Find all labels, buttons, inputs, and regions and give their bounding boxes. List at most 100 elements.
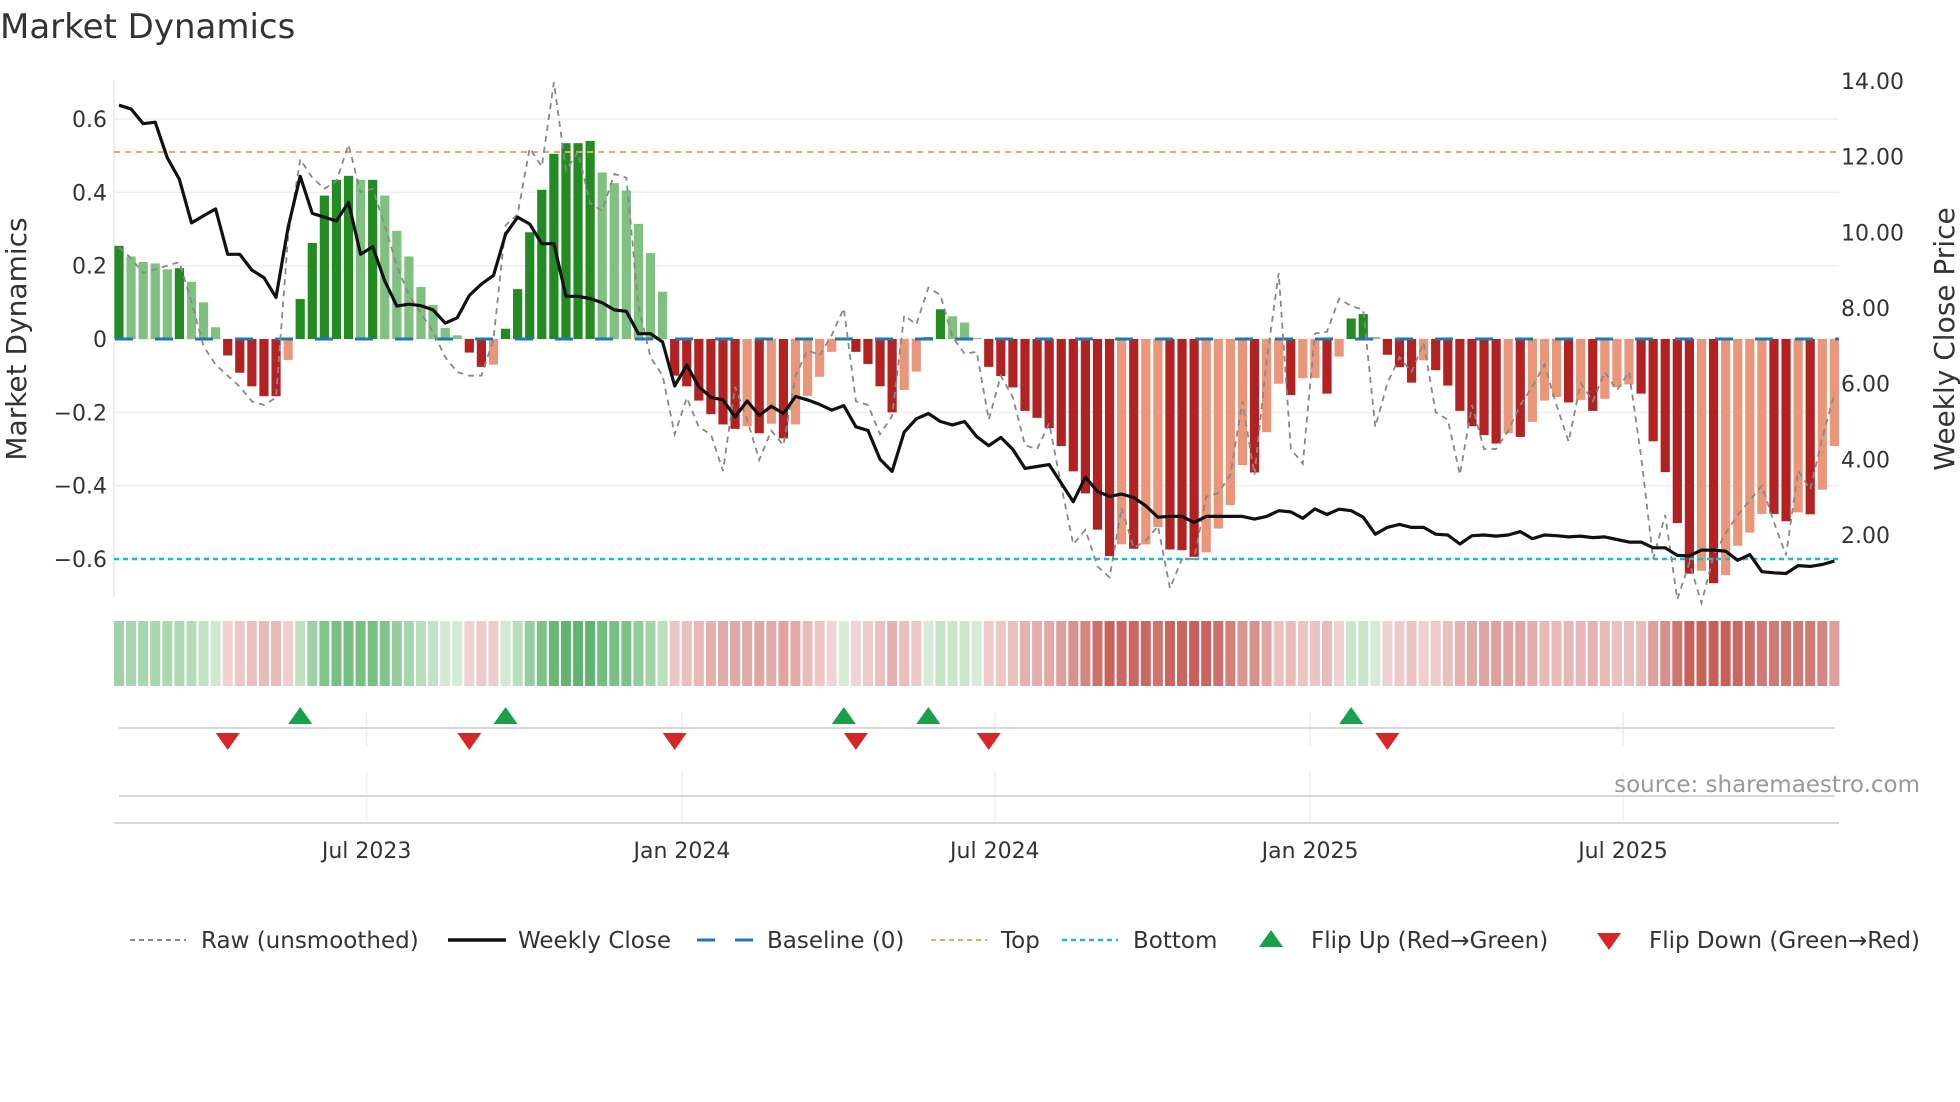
heat-strip-cell [416, 621, 426, 686]
momentum-bar [331, 179, 342, 339]
y-tick-label: −0.6 [54, 548, 107, 573]
heat-strip-cell [512, 621, 523, 686]
x-tick-label: Jan 2024 [631, 839, 730, 864]
y-tick-label: −0.2 [54, 401, 107, 426]
heat-strip-cell [355, 621, 366, 686]
heat-strip-cell [1756, 621, 1767, 686]
momentum-bar [754, 339, 764, 434]
heat-strip-cell [971, 621, 982, 686]
momentum-bar [1660, 339, 1670, 473]
heat-strip-cell [875, 621, 886, 686]
momentum-bar [392, 230, 402, 339]
heat-strip-cell [633, 621, 644, 686]
momentum-bar [766, 339, 776, 424]
flip-up-marker [831, 707, 856, 724]
momentum-bar [573, 143, 583, 339]
momentum-bar [343, 175, 354, 339]
momentum-bar [1129, 339, 1139, 549]
y-axis-label: Market Dynamics [0, 217, 33, 460]
momentum-bar [585, 140, 595, 339]
legend: Raw (unsmoothed) Weekly Close Baseline (0)… [130, 928, 1920, 954]
chart-title: Market Dynamics [0, 7, 295, 47]
momentum-bar [863, 339, 873, 364]
heat-strip-cell [1273, 621, 1284, 686]
heat-strip-cell [1817, 621, 1828, 686]
heat-strip-cell [500, 621, 511, 686]
momentum-bar [899, 339, 909, 390]
heat-strip-cell [1225, 621, 1236, 686]
momentum-bar [1781, 339, 1791, 522]
momentum-bar [1515, 339, 1525, 437]
heat-strip-cell [488, 621, 499, 686]
momentum-bar [1225, 339, 1235, 506]
y2-tick-label: 14.00 [1841, 70, 1904, 95]
momentum-bar [718, 339, 728, 425]
momentum-bar [742, 339, 752, 427]
heat-strip-cell [1491, 621, 1502, 686]
heat-strip-cell [1092, 621, 1103, 686]
y2-tick-label: 2.00 [1841, 524, 1890, 549]
heat-strip-cell [1007, 621, 1018, 686]
heat-strip-cell [1418, 621, 1429, 686]
momentum-bar [1141, 339, 1151, 545]
heat-strip-cell [428, 621, 439, 686]
heat-strip-cell [802, 621, 813, 686]
momentum-bar [114, 245, 124, 339]
momentum-bar [960, 322, 970, 339]
flip-down-marker [843, 733, 868, 750]
heat-strip-cell [862, 621, 873, 686]
heat-strip-cell [464, 621, 475, 686]
momentum-bar [790, 339, 801, 425]
heat-strip-cell [1237, 621, 1248, 686]
momentum-bar [658, 291, 668, 339]
momentum-bar [1382, 339, 1392, 355]
momentum-bar [1406, 339, 1417, 383]
heat-strip-cell [258, 621, 269, 686]
momentum-bar [126, 256, 136, 339]
momentum-bar [947, 316, 958, 339]
heat-strip-cell [476, 621, 487, 686]
y2-tick-label: 12.00 [1841, 146, 1904, 171]
heat-strip-cell [174, 621, 185, 686]
momentum-bar [1829, 339, 1839, 447]
momentum-bar [283, 339, 293, 360]
heat-strip-cell [573, 621, 584, 686]
market-dynamics-chart: Market Dynamics 0.6 0.4 0.2 0 −0.2 −0.4 −0.6 1… [0, 7, 1960, 954]
heat-strip-cell [778, 621, 789, 686]
heat-strip-cell [1454, 621, 1465, 686]
heat-strip-cell [331, 621, 342, 686]
flip-up-marker [1339, 707, 1364, 724]
heat-strip-cell [1648, 621, 1659, 686]
heat-strip-cell [1358, 621, 1369, 686]
momentum-bar [645, 253, 656, 339]
heat-strip-cell [295, 621, 306, 686]
momentum-bar [1491, 339, 1501, 444]
momentum-bar [1684, 339, 1694, 574]
momentum-bar [1443, 339, 1453, 386]
momentum-bar [706, 339, 716, 415]
heat-strip-cell [1140, 621, 1151, 686]
momentum-bar [815, 339, 825, 377]
heat-strip-cell [585, 621, 596, 686]
momentum-bar [597, 172, 607, 339]
regime-heat-strip [114, 621, 1840, 686]
heat-strip-cell [1732, 621, 1743, 686]
momentum-bar [488, 339, 499, 365]
heat-strip-cell [198, 621, 209, 686]
heat-strip-cell [995, 621, 1006, 686]
heat-strip-cell [1768, 621, 1779, 686]
heat-strip-cell [1261, 621, 1272, 686]
momentum-bar [778, 339, 788, 439]
heat-strip-cell [126, 621, 137, 686]
heat-strip-cell [1696, 621, 1707, 686]
heat-strip-cell [1539, 621, 1550, 686]
momentum-bar [996, 339, 1006, 377]
flip-up-marker [916, 707, 941, 724]
momentum-bar [1672, 339, 1682, 524]
heat-strip-cell [693, 621, 704, 686]
heat-strip-cell [1044, 621, 1055, 686]
heat-strip-cell [1020, 621, 1030, 686]
heat-strip-cell [283, 621, 294, 686]
legend-label: Flip Down (Green→Red) [1649, 928, 1920, 954]
y2-axis-label: Weekly Close Price [1928, 207, 1960, 470]
